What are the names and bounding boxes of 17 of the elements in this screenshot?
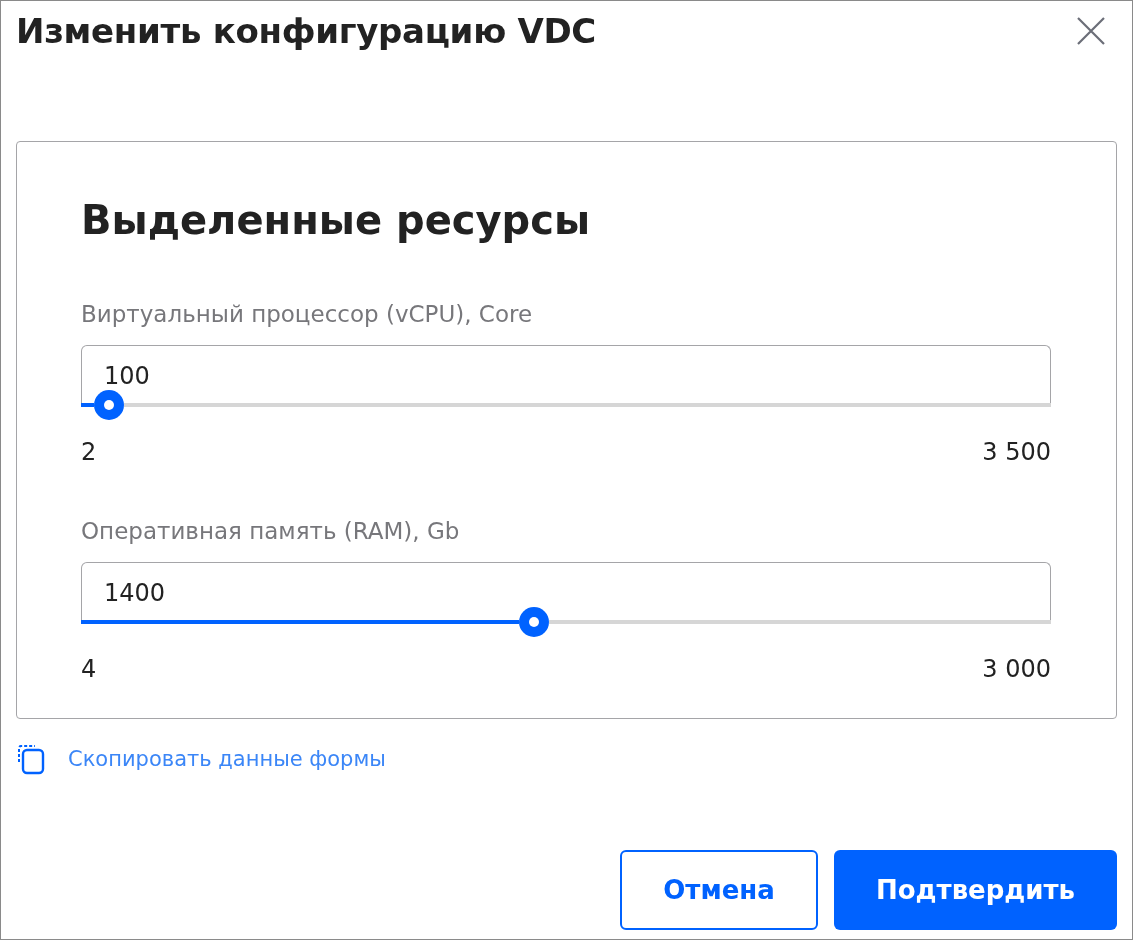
min-value: 4 (81, 655, 97, 683)
cancel-button[interactable]: Отмена (620, 850, 818, 930)
slider-handle[interactable] (94, 390, 125, 420)
field-label: Виртуальный процессор (vCPU), Core (81, 301, 533, 327)
max-value: 3 000 (982, 655, 1051, 683)
close-icon[interactable] (1075, 15, 1107, 47)
confirm-button[interactable]: Подтвердить (834, 850, 1117, 930)
slider-track[interactable] (549, 620, 1051, 624)
slider-handle[interactable] (519, 607, 549, 637)
section-title: Выделенные ресурсы (81, 197, 592, 243)
dialog-title: Изменить конфигурацию VDC (16, 11, 596, 51)
copy-form-link[interactable]: Скопировать данные формы (68, 747, 386, 771)
max-value: 3 500 (982, 438, 1051, 466)
min-value: 2 (81, 438, 97, 466)
copy-icon[interactable] (16, 743, 46, 775)
slider-track[interactable] (124, 403, 1051, 407)
field-label: Оперативная память (RAM), Gb (81, 518, 460, 544)
